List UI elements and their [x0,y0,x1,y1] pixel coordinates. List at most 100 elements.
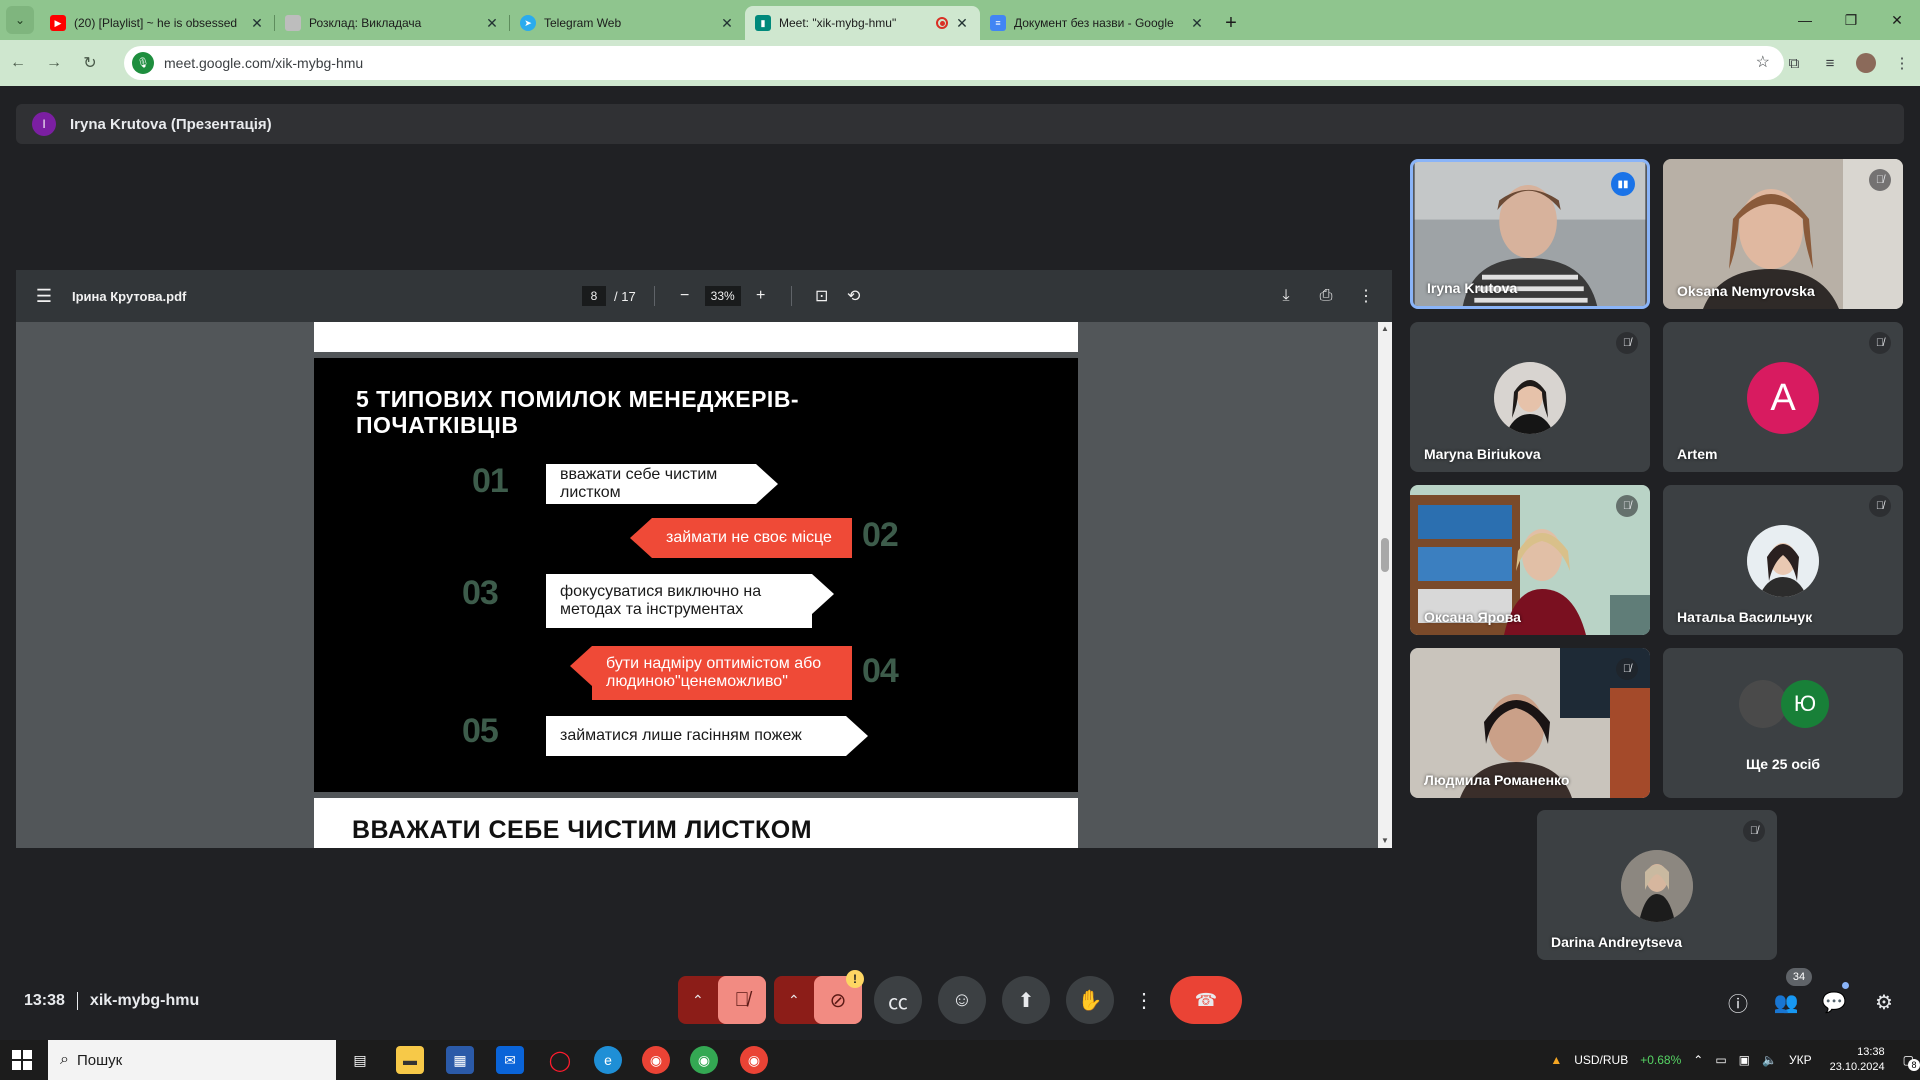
tab-schedule[interactable]: Розклад: Викладача ✕ [275,6,510,40]
slide-title: 5 ТИПОВИХ ПОМИЛОК МЕНЕДЖЕРІВ- ПОЧАТКІВЦІ… [356,386,956,438]
scroll-thumb[interactable] [1381,538,1389,572]
minimize-icon[interactable]: — [1782,0,1828,40]
file-explorer-icon[interactable]: ▬ [396,1046,424,1074]
restore-icon[interactable]: ❐ [1828,0,1874,40]
scroll-up-icon[interactable]: ▲ [1378,322,1392,336]
zoom-out-icon[interactable]: − [673,284,697,308]
chat-icon[interactable]: 💬 [1820,988,1848,1016]
new-tab-button[interactable]: + [1215,6,1247,40]
muted-mic-icon: 🎙̸ [1743,820,1765,842]
edge-icon[interactable]: e [594,1046,622,1074]
more-options-button[interactable]: ⋮ [1130,976,1158,1024]
fit-page-icon[interactable]: ⊡ [810,284,834,308]
zoom-input[interactable]: 33% [704,286,741,306]
url-field[interactable]: 🎙 meet.google.com/xik-mybg-hmu ☆ [124,46,1784,80]
close-icon[interactable]: ✕ [249,15,265,32]
presenter-avatar: I [32,112,56,136]
hidden-icons-chevron-icon[interactable]: ⌃ [1693,1053,1703,1067]
forward-icon[interactable]: → [36,45,72,81]
bookmark-star-icon[interactable]: ☆ [1756,52,1770,72]
item-number: 03 [462,574,499,612]
back-icon[interactable]: ← [0,45,36,81]
close-icon[interactable]: ✕ [719,15,735,32]
zoom-in-icon[interactable]: + [749,284,773,308]
download-icon[interactable]: ⤓ [1270,284,1302,308]
more-participants-tile[interactable]: Ю Ще 25 осіб [1663,648,1903,798]
docs-icon: ≡ [990,15,1006,31]
speaking-indicator-icon: ▮▮ [1611,172,1635,196]
tab-meet[interactable]: ▮ Meet: "xik-mybg-hmu" ✕ [745,6,980,40]
battery-icon[interactable]: ▭ [1715,1053,1726,1067]
media-control-icon[interactable]: ≡ [1812,45,1848,81]
item-text: бути надміру оптимістом або [606,655,822,672]
raise-hand-button[interactable]: ✋ [1066,976,1114,1024]
close-icon[interactable]: ✕ [1189,15,1205,32]
activities-icon[interactable]: ⚙ [1870,988,1898,1016]
page-icon [285,15,301,31]
chrome-profile-icon[interactable]: ◉ [690,1046,718,1074]
volume-icon[interactable]: 🔈 [1762,1053,1777,1067]
pdf-filename: Ірина Крутова.pdf [72,288,187,304]
window-close-icon[interactable]: ✕ [1874,0,1920,40]
page-total: / 17 [614,288,636,304]
rotate-icon[interactable]: ⟲ [842,284,866,308]
extensions-icon[interactable]: ⧉ [1776,45,1812,81]
reactions-button[interactable]: ☺ [938,976,986,1024]
tab-telegram[interactable]: ➤ Telegram Web ✕ [510,6,745,40]
participant-tile[interactable]: 🎙̸ Натальа Васильчук [1663,485,1903,635]
windows-start-icon[interactable] [12,1050,32,1070]
recording-icon [936,17,948,29]
network-icon[interactable]: ▣ [1739,1053,1750,1067]
pdf-menu-icon[interactable]: ☰ [16,270,72,322]
tab-youtube[interactable]: ▶ (20) [Playlist] ~ he is obsessed ✕ [40,6,275,40]
captions-icon: ㏄ [888,991,908,1014]
participant-tile[interactable]: 🎙̸ Людмила Романенко [1410,648,1650,798]
participant-name: Оксана Ярова [1424,609,1521,625]
profile-avatar[interactable] [1856,53,1876,73]
divider [76,992,78,1010]
mail-icon[interactable]: ✉ [496,1046,524,1074]
site-info-icon[interactable]: 🎙 [132,52,154,74]
close-icon[interactable]: ✕ [954,15,970,32]
participant-tile[interactable]: 🎙̸ Darina Andreytseva [1537,810,1777,960]
system-tray: ▲ USD/RUB +0.68% ⌃ ▭ ▣ 🔈 УКР 13:38 23.10… [1544,1040,1920,1080]
store-icon[interactable]: ▦ [446,1046,474,1074]
page-number-input[interactable]: 8 [582,286,606,306]
participant-tile[interactable]: ▮▮ Iryna Krutova [1410,159,1650,309]
scroll-down-icon[interactable]: ▼ [1378,834,1392,848]
leave-call-button[interactable]: ☎ [1170,976,1242,1024]
item-text: методах та інструментах [560,601,744,618]
presentation-header: I Iryna Krutova (Презентація) [16,104,1904,144]
participant-name: Людмила Романенко [1424,772,1570,788]
chrome-profile-icon[interactable]: ◉ [740,1046,768,1074]
mic-off-icon[interactable]: 🎙̸ [718,976,766,1024]
mic-options-chevron-icon[interactable]: ⌃ [692,992,704,1009]
task-view-icon[interactable]: ▤ [346,1046,374,1074]
reload-icon[interactable]: ↻ [72,45,108,81]
chrome-icon[interactable]: ◉ [642,1046,670,1074]
more-vert-icon: ⋮ [1134,989,1154,1012]
participant-tile[interactable]: 🎙̸ Оксана Ярова [1410,485,1650,635]
print-icon[interactable]: ⎙ [1310,284,1342,308]
more-options-icon[interactable]: ⋮ [1350,284,1382,308]
pdf-scrollbar[interactable]: ▲ ▼ [1378,322,1392,848]
browser-menu-icon[interactable]: ⋮ [1884,45,1920,81]
tab-docs[interactable]: ≡ Документ без назви - Google ✕ [980,6,1215,40]
opera-icon[interactable]: ◯ [546,1046,574,1074]
people-icon[interactable]: 👥 [1772,988,1800,1016]
camera-options-chevron-icon[interactable]: ⌃ [788,992,800,1009]
meeting-details-icon[interactable]: ⓘ [1724,988,1752,1016]
present-button[interactable]: ⬆ [1002,976,1050,1024]
participant-tile[interactable]: A 🎙̸ Artem [1663,322,1903,472]
language-indicator[interactable]: УКР [1789,1053,1812,1067]
participant-tile[interactable]: 🎙̸ Oksana Nemyrovska [1663,159,1903,309]
close-icon[interactable]: ✕ [484,15,500,32]
notifications-icon[interactable]: ▢ 8 [1903,1053,1920,1071]
windows-taskbar: ⌕ Пошук ▤ ▬ ▦ ✉ ◯ e ◉ ◉ ◉ ▲ USD/RUB +0.6… [0,1040,1920,1080]
present-screen-icon: ⬆ [1017,989,1035,1012]
clock[interactable]: 13:38 23.10.2024 [1830,1045,1885,1075]
tab-search-button[interactable]: ⌄ [6,6,34,34]
taskbar-search-box[interactable]: ⌕ Пошук [48,1040,336,1080]
captions-button[interactable]: ㏄ [874,976,922,1024]
participant-tile[interactable]: 🎙̸ Maryna Biriukova [1410,322,1650,472]
